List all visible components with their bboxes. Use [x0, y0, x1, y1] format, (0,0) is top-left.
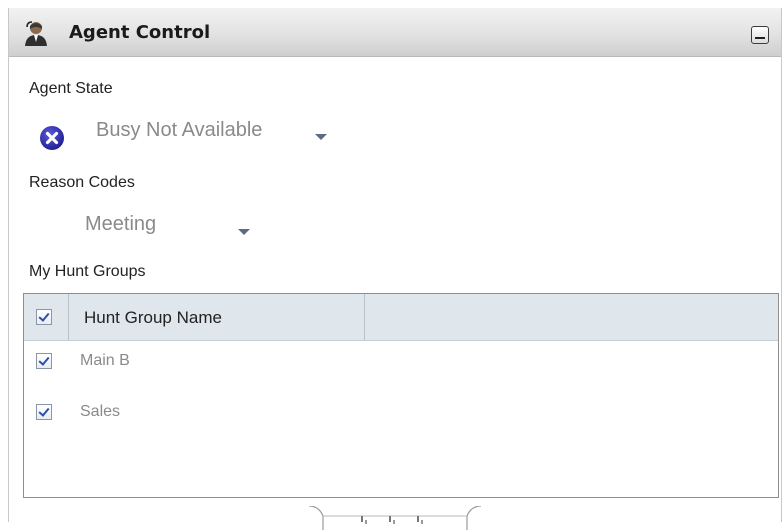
panel-title: Agent Control — [69, 22, 211, 43]
select-all-checkbox[interactable] — [36, 309, 52, 325]
row-checkbox[interactable] — [36, 353, 52, 369]
agent-state-label: Agent State — [29, 80, 113, 97]
table-row[interactable]: Sales — [24, 395, 778, 429]
minimize-icon[interactable] — [751, 26, 769, 44]
hunt-groups-label: My Hunt Groups — [29, 263, 146, 280]
chevron-down-icon — [315, 134, 327, 140]
panel-titlebar: Agent Control — [9, 8, 781, 57]
resize-grip-icon[interactable] — [309, 506, 481, 530]
hunt-group-name: Main B — [80, 352, 130, 369]
column-divider — [68, 294, 69, 340]
agent-state-dropdown[interactable]: Busy Not Available — [96, 118, 356, 148]
agent-state-value: Busy Not Available — [96, 119, 263, 141]
reason-codes-dropdown[interactable]: Meeting — [85, 212, 265, 242]
busy-x-icon — [40, 126, 64, 150]
hunt-groups-table: Hunt Group Name Main B Sales — [23, 293, 779, 498]
reason-code-value: Meeting — [85, 213, 157, 235]
table-row[interactable]: Main B — [24, 344, 778, 378]
hunt-group-name: Sales — [80, 403, 121, 420]
chevron-down-icon — [238, 229, 250, 235]
agent-control-panel: Agent Control Agent State Busy Not Avail… — [8, 8, 782, 530]
table-header: Hunt Group Name — [24, 294, 778, 341]
column-divider — [364, 294, 365, 340]
row-checkbox[interactable] — [36, 404, 52, 420]
reason-codes-label: Reason Codes — [29, 174, 135, 191]
agent-icon — [25, 21, 47, 46]
column-header-hunt-group-name[interactable]: Hunt Group Name — [84, 308, 222, 328]
